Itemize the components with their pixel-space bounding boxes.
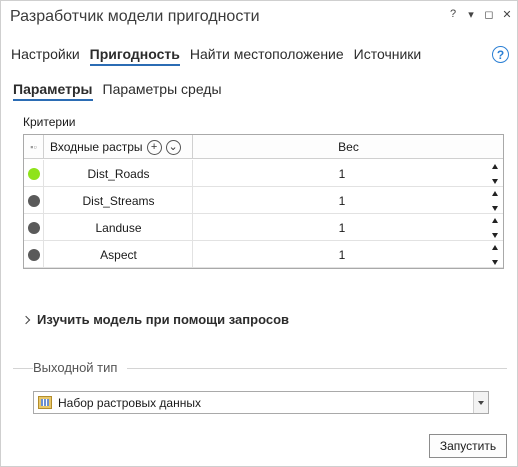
window-controls: ? ▾ ◻ ✕ — [447, 7, 513, 21]
table-row[interactable]: Landuse 1 — [24, 214, 503, 241]
raster-name: Landuse — [45, 214, 193, 241]
explore-model-expander[interactable]: Изучить модель при помощи запросов — [21, 312, 290, 327]
table-header: ▪▫ Входные растры + ⌄ Вес — [24, 135, 503, 159]
raster-dataset-icon — [38, 396, 52, 409]
criteria-table: ▪▫ Входные растры + ⌄ Вес Dist_Roads 1 D… — [23, 134, 504, 269]
weight-input[interactable]: 1 — [194, 241, 490, 268]
arrow-down-icon[interactable] — [491, 179, 498, 184]
chevron-down-icon — [478, 400, 484, 405]
weight-input[interactable]: 1 — [194, 187, 490, 214]
weight-stepper[interactable] — [490, 245, 499, 265]
output-type-section: Выходной тип — [13, 360, 507, 375]
raster-name: Aspect — [45, 241, 193, 268]
tab-locate[interactable]: Найти местоположение — [190, 46, 344, 66]
reorder-icon[interactable]: ▪▫ — [24, 135, 44, 159]
chevron-right-icon — [21, 315, 31, 324]
sub-tabs: Параметры Параметры среды — [13, 81, 222, 101]
run-button[interactable]: Запустить — [429, 434, 507, 458]
weight-stepper[interactable] — [490, 218, 499, 238]
output-type-value: Набор растровых данных — [58, 395, 201, 410]
status-dot — [27, 194, 40, 207]
criteria-label: Критерии — [23, 115, 76, 129]
table-row[interactable]: Aspect 1 — [24, 241, 503, 268]
status-cell — [24, 187, 44, 214]
arrow-up-icon[interactable] — [491, 218, 498, 223]
status-dot — [27, 167, 40, 180]
weight-stepper[interactable] — [490, 191, 499, 211]
tab-parameters[interactable]: Параметры — [13, 81, 93, 101]
chevron-down-icon[interactable]: ⌄ — [165, 139, 181, 155]
status-cell — [24, 241, 44, 268]
main-tabs: Настройки Пригодность Найти местоположен… — [11, 46, 421, 66]
close-icon[interactable]: ✕ — [501, 7, 513, 21]
question-circle-icon[interactable]: ? — [492, 46, 509, 63]
restore-icon[interactable]: ◻ — [483, 7, 495, 21]
column-header-rasters: Входные растры + ⌄ — [45, 135, 193, 159]
tab-sources[interactable]: Источники — [354, 46, 422, 66]
arrow-down-icon[interactable] — [491, 260, 498, 265]
tab-environments[interactable]: Параметры среды — [103, 81, 222, 101]
arrow-up-icon[interactable] — [491, 191, 498, 196]
arrow-down-icon[interactable] — [491, 206, 498, 211]
tab-settings[interactable]: Настройки — [11, 46, 80, 66]
tab-suitability[interactable]: Пригодность — [89, 46, 180, 66]
arrow-up-icon[interactable] — [491, 164, 498, 169]
pane-title: Разработчик модели пригодности — [10, 8, 260, 25]
weight-stepper[interactable] — [490, 164, 499, 184]
status-dot — [27, 248, 40, 261]
help-icon[interactable]: ? — [447, 7, 459, 21]
status-cell — [24, 160, 44, 187]
table-row[interactable]: Dist_Streams 1 — [24, 187, 503, 214]
output-type-select[interactable]: Набор растровых данных — [33, 391, 489, 414]
status-dot — [27, 221, 40, 234]
raster-name: Dist_Roads — [45, 160, 193, 187]
suitability-modeler-pane: Разработчик модели пригодности ? ▾ ◻ ✕ Н… — [0, 0, 518, 467]
status-cell — [24, 214, 44, 241]
output-type-label: Выходной тип — [33, 360, 128, 375]
weight-input[interactable]: 1 — [194, 214, 490, 241]
chevron-down-icon[interactable]: ▾ — [465, 7, 477, 21]
rasters-header-label: Входные растры — [50, 140, 143, 154]
add-icon[interactable]: + — [146, 139, 162, 155]
arrow-up-icon[interactable] — [491, 245, 498, 250]
arrow-down-icon[interactable] — [491, 233, 498, 238]
raster-name: Dist_Streams — [45, 187, 193, 214]
dropdown-arrow[interactable] — [473, 392, 488, 413]
table-row[interactable]: Dist_Roads 1 — [24, 160, 503, 187]
explore-label: Изучить модель при помощи запросов — [37, 312, 290, 327]
weight-input[interactable]: 1 — [194, 160, 490, 187]
column-header-weight: Вес — [338, 140, 359, 154]
